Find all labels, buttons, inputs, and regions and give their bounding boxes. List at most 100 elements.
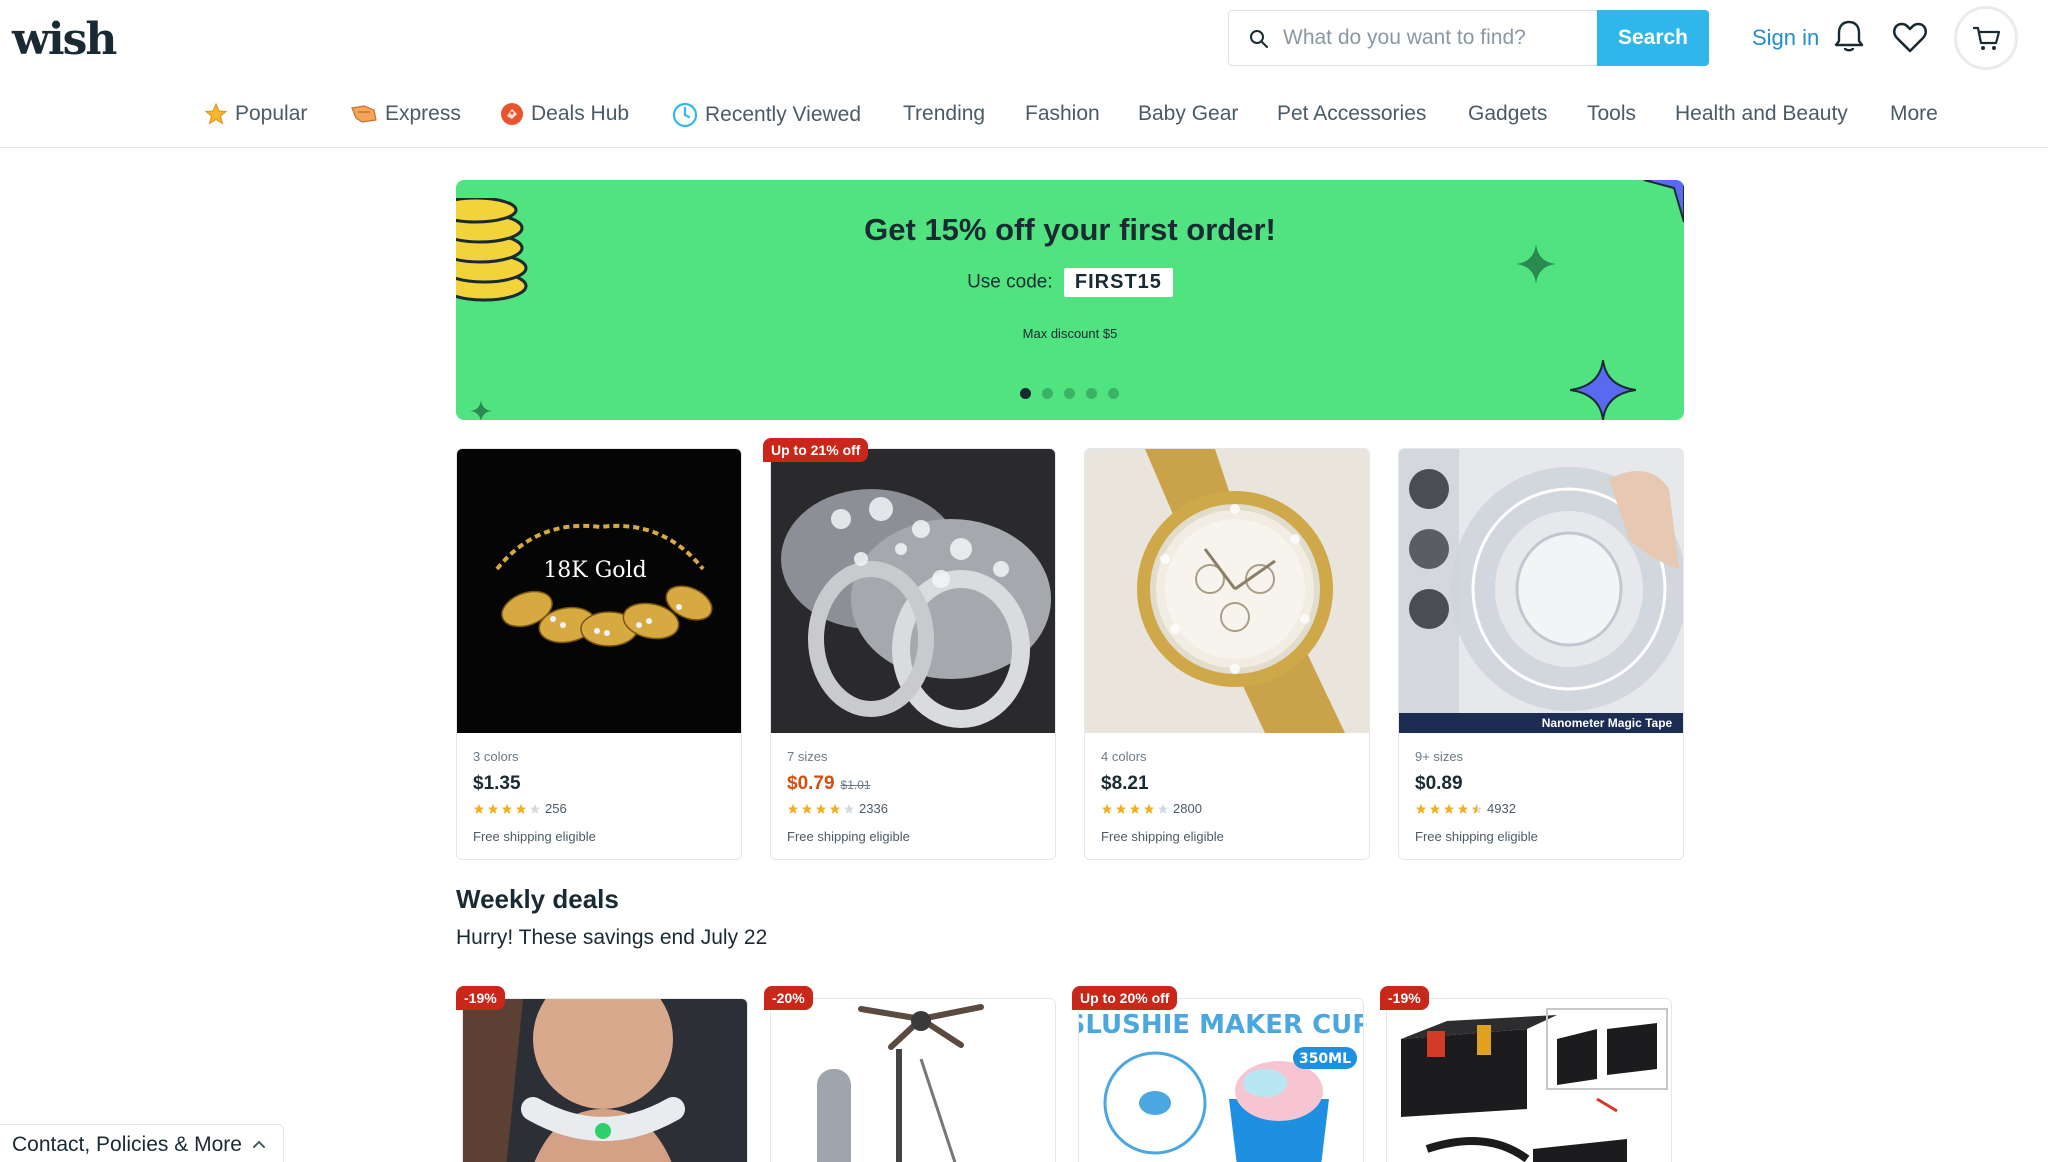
search-input[interactable] [1283,11,1599,65]
star-icon [1444,803,1454,814]
nav-item-pet-accessories[interactable]: Pet Accessories [1277,102,1426,126]
nav-item-gadgets[interactable]: Gadgets [1468,102,1547,126]
cart-icon [1973,26,2001,50]
deal-card[interactable] [770,998,1056,1162]
promo-code-row: Use code: FIRST15 [456,268,1684,297]
carousel-dot[interactable] [1020,388,1031,399]
promo-code-label: Use code: [967,271,1053,293]
product-variants: 7 sizes [787,749,828,764]
discount-badge: Up to 21% off [763,438,869,462]
carousel-dot[interactable] [1042,388,1053,399]
product-image-caption: Nanometer Magic Tape [1542,716,1673,730]
star-icon [844,803,854,814]
sparkle-decoration [470,400,492,420]
cart-button[interactable] [1954,6,2018,70]
star-icon [1158,803,1168,814]
star-icon [1430,803,1440,814]
nav-item-baby-gear[interactable]: Baby Gear [1138,102,1238,126]
banner-note: Max discount $5 [1022,326,1118,341]
heart-icon[interactable] [1892,20,1928,54]
star-icon [1144,803,1154,814]
rating-stars [1415,803,1483,815]
nav-label: Popular [235,102,308,125]
weekly-deals-title: Weekly deals [456,884,619,914]
shipping-label: Free shipping eligible [787,829,910,844]
product-rating: 2336 [787,801,888,816]
carousel-dot[interactable] [1108,388,1119,399]
deal-card[interactable] [1386,998,1672,1162]
deal-image-neck-massager [463,999,747,1162]
star-icon [830,803,840,814]
search-box[interactable] [1228,10,1608,66]
deals-icon [501,103,523,125]
discount-badge: Up to 20% off [1072,986,1178,1010]
carousel-dot[interactable] [1086,388,1097,399]
product-price: $0.79 $1.01 [787,773,871,795]
deal-image-duster [771,999,1055,1162]
deal-image-trunk-organizer [1387,999,1671,1162]
product-card[interactable]: 18K Gold 3 colors $1.35 256 Free shippin… [456,448,742,860]
review-count: 4932 [1487,801,1516,816]
discount-badge: -19% [1380,986,1429,1010]
review-count: 2336 [859,801,888,816]
nav-item-more[interactable]: More [1890,102,1938,126]
promo-banner[interactable]: Get 15% off your first order! Use code: … [456,180,1684,420]
star-icon [1116,803,1126,814]
nav-item-recently-viewed[interactable]: Recently Viewed [672,102,861,128]
star-icon [204,102,228,125]
original-price: $1.01 [840,778,871,792]
deal-card[interactable]: SLUSHIE MAKER CUP 350ML [1078,998,1364,1162]
sign-in-link[interactable]: Sign in [1752,25,1819,51]
nav-item-tools[interactable]: Tools [1587,102,1636,126]
sale-price: $0.79 [787,773,835,794]
star-icon [1416,803,1426,814]
weekly-deals-subtitle: Hurry! These savings end July 22 [456,926,768,949]
star-icon [816,803,826,814]
carousel-dot[interactable] [1064,388,1075,399]
discount-badge: -19% [456,986,505,1010]
product-variants: 9+ sizes [1415,749,1464,764]
product-image-tape: Nanometer Magic Tape [1399,449,1683,733]
shipping-label: Free shipping eligible [1415,829,1538,844]
product-variants: 3 colors [473,749,519,764]
product-image-bracelet: 18K Gold [457,449,741,733]
nav-item-deals-hub[interactable]: Deals Hub [500,102,629,126]
wish-logo[interactable]: wish [12,14,117,65]
nav-label: Deals Hub [531,102,630,125]
star-icon [474,803,484,814]
discount-badge: -20% [764,986,813,1010]
bell-icon[interactable] [1832,18,1866,54]
chevron-up-icon [253,1140,265,1148]
nav-label: Express [385,102,461,125]
deal-image-slushie-cup: SLUSHIE MAKER CUP 350ML [1079,999,1363,1162]
deal-card[interactable] [462,998,748,1162]
nav-item-fashion[interactable]: Fashion [1025,102,1100,126]
product-card[interactable]: 7 sizes $0.79 $1.01 2336 Free shipping el… [770,448,1056,860]
nav-item-health-and-beauty[interactable]: Health and Beauty [1675,102,1848,126]
product-rating: 4932 [1415,801,1516,816]
star-icon [1472,803,1482,814]
banner-title: Get 15% off your first order! [864,212,1276,247]
product-image-watch [1085,449,1369,733]
star-icon [1130,803,1140,814]
product-card[interactable]: 4 colors $8.21 2800 Free shipping eligib… [1084,448,1370,860]
search-button[interactable]: Search [1597,10,1709,66]
star-icon [788,803,798,814]
deal-image-capacity: 350ML [1299,1051,1351,1067]
product-card[interactable]: Nanometer Magic Tape 9+ sizes $0.89 4932… [1398,448,1684,860]
rating-stars [787,803,855,815]
nav-item-express[interactable]: Express [350,102,461,126]
site-header: wish Search Sign in Popular Express [0,0,2048,148]
search-icon [1250,30,1268,48]
nav-item-popular[interactable]: Popular [204,102,307,126]
star-icon [516,803,526,814]
nav-label: Recently Viewed [705,103,862,126]
product-image-rings [771,449,1055,733]
star-icon [488,803,498,814]
promo-code[interactable]: FIRST15 [1063,268,1173,297]
star-icon [502,803,512,814]
product-image-caption: 18K Gold [543,558,646,583]
nav-item-trending[interactable]: Trending [903,102,985,126]
footer-toggle[interactable]: Contact, Policies & More [0,1124,284,1162]
category-nav: Popular Express Deals Hub Recently Viewe… [0,96,2048,136]
